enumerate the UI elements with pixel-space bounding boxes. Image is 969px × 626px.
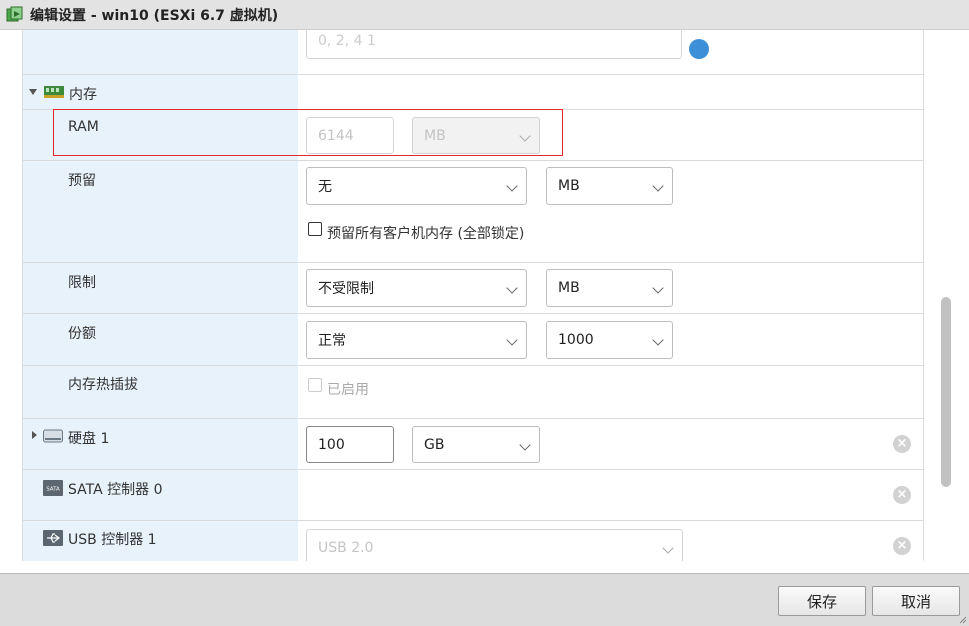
remove-sata-controller-icon[interactable]: × bbox=[893, 486, 911, 504]
limit-label: 限制 bbox=[68, 275, 96, 291]
hard-disk-icon bbox=[43, 429, 63, 443]
chevron-down-icon bbox=[519, 439, 531, 451]
usb-controller-row[interactable]: USB 控制器 1 USB 2.0 × bbox=[23, 521, 923, 561]
dialog-footer: 保存 取消 bbox=[0, 573, 969, 626]
reserve-all-memory-checkbox[interactable] bbox=[308, 222, 322, 236]
memory-section-row[interactable]: 内存 bbox=[23, 75, 923, 110]
chevron-down-icon bbox=[652, 180, 664, 192]
limit-select[interactable]: 不受限制 bbox=[306, 269, 527, 307]
shares-row: 份额 正常 1000 bbox=[23, 314, 923, 366]
cancel-button[interactable]: 取消 bbox=[872, 586, 960, 616]
save-button[interactable]: 保存 bbox=[778, 586, 866, 616]
cut-off-field[interactable]: 0, 2, 4 1 bbox=[306, 30, 682, 59]
usb-controller-label: USB 控制器 1 bbox=[68, 532, 157, 548]
remove-hard-disk-icon[interactable]: × bbox=[893, 435, 911, 453]
reservation-unit-select[interactable]: MB bbox=[546, 167, 673, 205]
limit-row: 限制 不受限制 MB bbox=[23, 263, 923, 314]
memory-hotplug-row: 内存热插拔 已启用 bbox=[23, 366, 923, 419]
chevron-down-icon bbox=[506, 334, 518, 346]
info-icon[interactable] bbox=[689, 39, 709, 59]
shares-label: 份额 bbox=[68, 326, 96, 342]
sata-controller-label: SATA 控制器 0 bbox=[68, 482, 163, 498]
chevron-down-icon bbox=[662, 542, 674, 554]
chevron-down-icon bbox=[506, 180, 518, 192]
sata-controller-icon: SATA bbox=[43, 480, 63, 496]
reservation-select[interactable]: 无 bbox=[306, 167, 527, 205]
reservation-label: 预留 bbox=[68, 173, 96, 189]
chevron-down-icon bbox=[652, 282, 664, 294]
memory-hotplug-checkbox[interactable] bbox=[308, 378, 322, 392]
svg-text:SATA: SATA bbox=[46, 487, 60, 493]
vertical-scrollbar[interactable] bbox=[941, 297, 951, 487]
hard-disk-size-input[interactable]: 100 bbox=[306, 426, 394, 463]
virtual-machine-icon bbox=[6, 6, 23, 21]
remove-usb-controller-icon[interactable]: × bbox=[893, 537, 911, 555]
chevron-down-icon bbox=[506, 282, 518, 294]
hard-disk-unit-select[interactable]: GB bbox=[412, 426, 540, 463]
memory-section-label: 内存 bbox=[69, 87, 97, 103]
reservation-row: 预留 无 MB 预留所有客户机内存 (全部锁定) bbox=[23, 161, 923, 263]
sata-controller-row[interactable]: SATA SATA 控制器 0 × bbox=[23, 470, 923, 521]
memory-icon bbox=[44, 86, 64, 98]
shares-select[interactable]: 正常 bbox=[306, 321, 527, 359]
ram-highlight-box bbox=[53, 109, 563, 156]
usb-controller-icon bbox=[43, 530, 63, 546]
resize-grip-icon[interactable] bbox=[959, 616, 967, 624]
title-bar: 编辑设置 - win10 (ESXi 6.7 虚拟机) bbox=[0, 0, 969, 30]
usb-version-select[interactable]: USB 2.0 bbox=[306, 529, 683, 561]
shares-number-select[interactable]: 1000 bbox=[546, 321, 673, 359]
hard-disk-row[interactable]: 硬盘 1 100 GB × bbox=[23, 419, 923, 470]
hard-disk-label: 硬盘 1 bbox=[68, 431, 110, 447]
reserve-all-memory-label: 预留所有客户机内存 (全部锁定) bbox=[327, 226, 525, 242]
cut-off-row: 0, 2, 4 1 bbox=[23, 30, 923, 75]
chevron-down-icon bbox=[652, 334, 664, 346]
expand-chevron-icon[interactable] bbox=[29, 89, 37, 95]
limit-unit-select[interactable]: MB bbox=[546, 269, 673, 307]
memory-hotplug-checkbox-label: 已启用 bbox=[327, 382, 369, 398]
settings-content: 0, 2, 4 1 内存 RAM 6144 MB 预留 无 MB 预留所有客户机… bbox=[0, 30, 969, 572]
expand-chevron-icon[interactable] bbox=[32, 431, 37, 439]
window-title: 编辑设置 - win10 (ESXi 6.7 虚拟机) bbox=[30, 7, 279, 24]
memory-hotplug-label: 内存热插拔 bbox=[68, 377, 138, 393]
